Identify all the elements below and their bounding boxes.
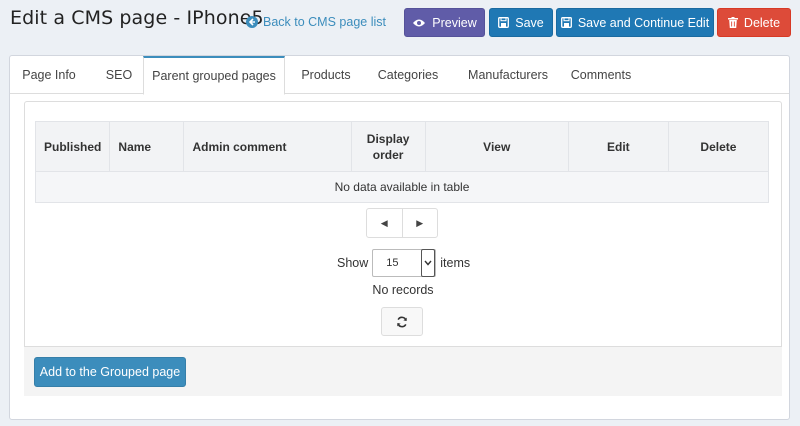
back-to-list-link[interactable]: Back to CMS page list	[246, 15, 386, 29]
page-title: Edit a CMS page - IPhone5	[10, 7, 264, 29]
tab-strip: Page Info SEO Parent grouped pages Produ…	[10, 56, 789, 95]
empty-table-message: No data available in table	[35, 171, 769, 203]
column-published[interactable]: Published	[34, 121, 111, 172]
grouped-pages-table: Published Name Admin comment Display ord…	[34, 121, 770, 203]
floppy-disk-icon	[560, 17, 572, 28]
refresh-button[interactable]	[381, 307, 423, 336]
column-display-order[interactable]: Display order	[350, 121, 426, 172]
add-to-grouped-page-button[interactable]: Add to the Grouped page	[34, 357, 186, 387]
preview-button[interactable]: Preview	[404, 8, 485, 37]
table-row: No data available in table	[35, 171, 769, 203]
column-edit: Edit	[567, 121, 669, 172]
tab-products[interactable]: Products	[290, 56, 362, 94]
prev-page-button[interactable]: ◀	[367, 209, 403, 237]
tab-comments[interactable]: Comments	[566, 56, 636, 94]
tab-page-info[interactable]: Page Info	[10, 56, 88, 94]
table-header-row: Published Name Admin comment Display ord…	[34, 121, 770, 172]
save-label: Save	[515, 15, 544, 30]
tab-manufacturers[interactable]: Manufacturers	[456, 56, 560, 94]
arrow-left-circle-icon	[246, 16, 258, 28]
tab-parent-grouped-pages[interactable]: Parent grouped pages	[143, 56, 285, 95]
caret-right-icon: ▶	[416, 217, 424, 228]
panel-footer: Add to the Grouped page	[24, 346, 782, 396]
page-size-value: 15	[386, 257, 399, 269]
save-button[interactable]: Save	[489, 8, 553, 37]
tab-categories[interactable]: Categories	[370, 56, 446, 94]
next-page-button[interactable]: ▶	[403, 209, 438, 237]
edit-card: Page Info SEO Parent grouped pages Produ…	[9, 55, 790, 420]
page-header: Edit a CMS page - IPhone5 Back to CMS pa…	[0, 0, 800, 44]
eye-icon	[413, 19, 426, 26]
save-continue-label: Save and Continue Edit	[577, 15, 710, 30]
caret-left-icon: ◀	[380, 217, 388, 228]
show-label: Show	[337, 256, 369, 270]
items-label: items	[440, 256, 471, 270]
refresh-icon	[397, 316, 407, 327]
back-link-label: Back to CMS page list	[263, 15, 386, 29]
page-size-select[interactable]: 15	[372, 249, 437, 277]
column-view: View	[424, 121, 569, 172]
preview-label: Preview	[432, 15, 477, 30]
delete-label: Delete	[743, 15, 781, 30]
column-admin-comment[interactable]: Admin comment	[183, 121, 352, 172]
chevron-down-icon	[421, 249, 436, 277]
tab-seo[interactable]: SEO	[94, 56, 144, 94]
column-delete: Delete	[667, 121, 770, 172]
column-name[interactable]: Name	[109, 121, 185, 172]
page-size-row: Show 15 items	[337, 249, 470, 277]
pagination: ◀ ▶	[366, 208, 438, 238]
floppy-disk-icon	[498, 17, 510, 28]
trash-icon	[727, 17, 738, 28]
records-info: No records	[372, 283, 434, 297]
delete-button[interactable]: Delete	[717, 8, 791, 37]
save-continue-button[interactable]: Save and Continue Edit	[556, 8, 714, 37]
